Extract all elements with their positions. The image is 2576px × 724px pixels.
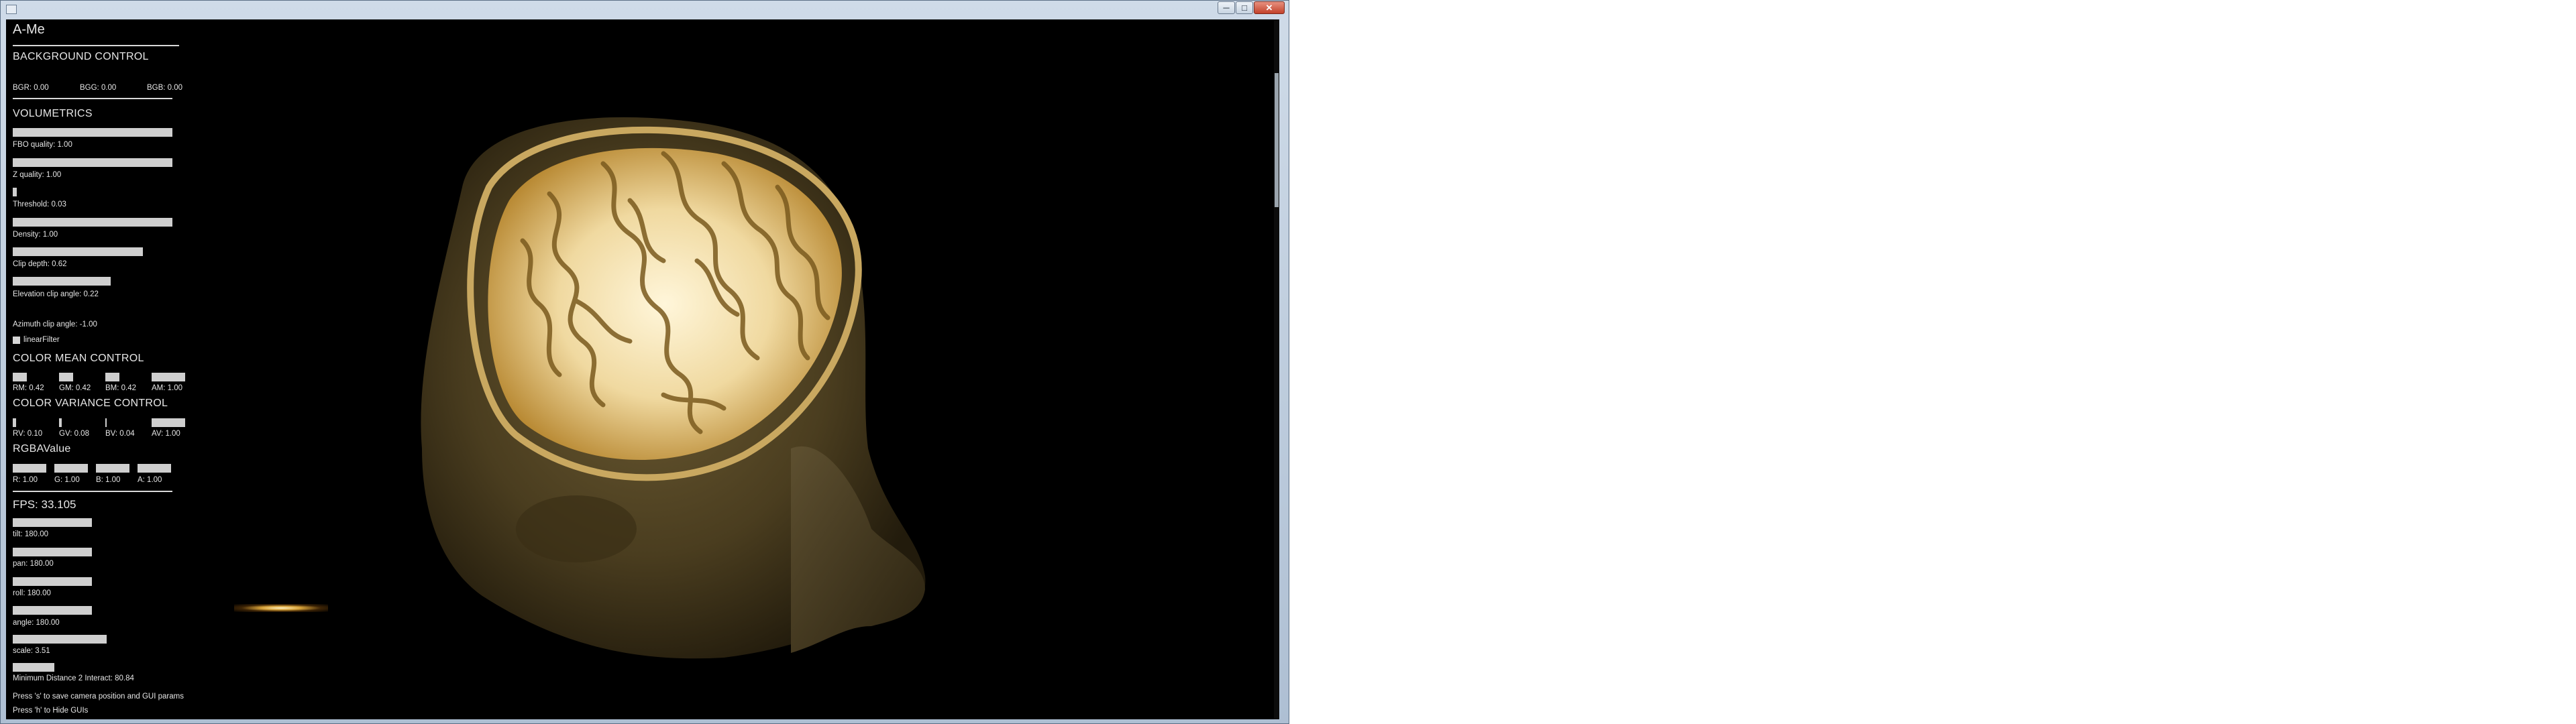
azimuth-clip-label[interactable]: Azimuth clip angle: -1.00 bbox=[13, 320, 97, 328]
am-label: AM: 1.00 bbox=[152, 384, 183, 392]
bgb-value[interactable]: BGB: 0.00 bbox=[147, 84, 182, 92]
clip-depth-label: Clip depth: 0.62 bbox=[13, 260, 67, 268]
density-label: Density: 1.00 bbox=[13, 231, 58, 239]
scrollbar-thumb[interactable] bbox=[1275, 73, 1279, 207]
av-label: AV: 1.00 bbox=[152, 430, 180, 438]
bm-slider[interactable] bbox=[105, 373, 119, 381]
hide-hint: Press 'h' to Hide GUIs bbox=[13, 707, 89, 715]
app-window: ─ □ ✕ A-Me BACKGROUND CONTROL BGR: 0.00 … bbox=[0, 0, 1289, 724]
rv-slider[interactable] bbox=[13, 418, 16, 427]
divider bbox=[13, 491, 172, 492]
divider bbox=[13, 45, 179, 46]
bgg-value[interactable]: BGG: 0.00 bbox=[80, 84, 116, 92]
roll-label: roll: 180.00 bbox=[13, 589, 51, 597]
gui-title: A-Me bbox=[13, 22, 45, 37]
z-quality-label: Z quality: 1.00 bbox=[13, 171, 62, 179]
rv-label: RV: 0.10 bbox=[13, 430, 43, 438]
a-slider[interactable] bbox=[138, 464, 171, 473]
rm-label: RM: 0.42 bbox=[13, 384, 44, 392]
min-distance-slider[interactable] bbox=[13, 663, 54, 672]
gv-slider[interactable] bbox=[59, 418, 62, 427]
pan-label: pan: 180.00 bbox=[13, 560, 54, 568]
color-variance-heading: COLOR VARIANCE CONTROL bbox=[13, 398, 168, 409]
minimize-button[interactable]: ─ bbox=[1218, 1, 1235, 14]
b-slider[interactable] bbox=[96, 464, 129, 473]
volume-viewport[interactable] bbox=[201, 19, 1267, 719]
r-label: R: 1.00 bbox=[13, 476, 38, 484]
maximize-button[interactable]: □ bbox=[1236, 1, 1253, 14]
rgba-value-heading: RGBAValue bbox=[13, 443, 71, 455]
scrollbar[interactable] bbox=[1274, 19, 1279, 719]
g-slider[interactable] bbox=[54, 464, 88, 473]
app-icon[interactable] bbox=[6, 5, 17, 14]
gv-label: GV: 0.08 bbox=[59, 430, 89, 438]
elevation-clip-label: Elevation clip angle: 0.22 bbox=[13, 290, 99, 298]
min-distance-label: Minimum Distance 2 Interact: 80.84 bbox=[13, 674, 134, 682]
b-label: B: 1.00 bbox=[96, 476, 121, 484]
av-slider[interactable] bbox=[152, 418, 185, 427]
angle-label: angle: 180.00 bbox=[13, 619, 60, 627]
linear-filter-checkbox[interactable] bbox=[13, 337, 20, 344]
background-control-heading: BACKGROUND CONTROL bbox=[13, 51, 149, 62]
g-label: G: 1.00 bbox=[54, 476, 80, 484]
title-bar[interactable]: ─ □ ✕ bbox=[1, 1, 1289, 19]
scale-slider[interactable] bbox=[13, 635, 107, 644]
color-mean-heading: COLOR MEAN CONTROL bbox=[13, 353, 144, 364]
threshold-label: Threshold: 0.03 bbox=[13, 200, 66, 208]
tilt-label: tilt: 180.00 bbox=[13, 530, 49, 538]
tilt-slider[interactable] bbox=[13, 518, 92, 527]
fbo-quality-label: FBO quality: 1.00 bbox=[13, 141, 72, 149]
fps-readout: FPS: 33.105 bbox=[13, 498, 76, 511]
rm-slider[interactable] bbox=[13, 373, 27, 381]
brain-volume-render bbox=[421, 117, 926, 659]
pan-slider[interactable] bbox=[13, 548, 92, 556]
bv-slider[interactable] bbox=[105, 418, 107, 427]
linear-filter-label: linearFilter bbox=[23, 336, 60, 344]
clip-depth-slider[interactable] bbox=[13, 247, 143, 256]
render-area: A-Me BACKGROUND CONTROL BGR: 0.00 BGG: 0… bbox=[6, 19, 1279, 719]
save-hint: Press 's' to save camera position and GU… bbox=[13, 692, 184, 701]
bv-label: BV: 0.04 bbox=[105, 430, 135, 438]
z-quality-slider[interactable] bbox=[13, 158, 172, 167]
elevation-clip-slider[interactable] bbox=[13, 277, 111, 286]
threshold-slider[interactable] bbox=[13, 188, 17, 196]
roll-slider[interactable] bbox=[13, 577, 92, 586]
a-label: A: 1.00 bbox=[138, 476, 162, 484]
r-slider[interactable] bbox=[13, 464, 46, 473]
scale-label: scale: 3.51 bbox=[13, 647, 50, 655]
volumetrics-heading: VOLUMETRICS bbox=[13, 108, 93, 119]
ear-region bbox=[516, 495, 637, 562]
bgr-value[interactable]: BGR: 0.00 bbox=[13, 84, 49, 92]
fbo-quality-slider[interactable] bbox=[13, 128, 172, 137]
close-button[interactable]: ✕ bbox=[1254, 1, 1285, 14]
density-slider[interactable] bbox=[13, 218, 172, 227]
gm-label: GM: 0.42 bbox=[59, 384, 91, 392]
divider bbox=[13, 98, 172, 99]
am-slider[interactable] bbox=[152, 373, 185, 381]
bm-label: BM: 0.42 bbox=[105, 384, 137, 392]
angle-slider[interactable] bbox=[13, 606, 92, 615]
gm-slider[interactable] bbox=[59, 373, 73, 381]
lens-flare bbox=[234, 604, 328, 612]
